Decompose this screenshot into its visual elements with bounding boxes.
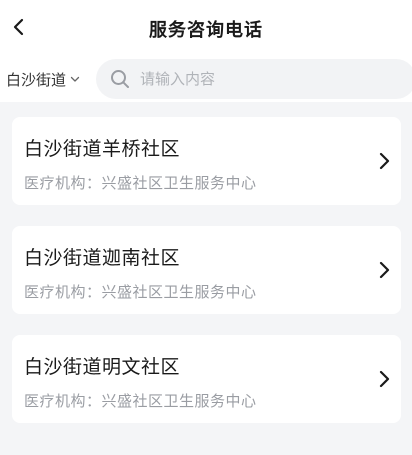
district-label: 白沙街道: [6, 70, 67, 89]
chevron-right-icon: [377, 260, 391, 280]
top-bar: 服务咨询电话: [0, 0, 412, 56]
district-dropdown[interactable]: 白沙街道: [6, 68, 80, 90]
search-box[interactable]: [96, 59, 412, 99]
chevron-down-icon: [70, 74, 80, 84]
medical-org: 医疗机构：兴盛社区卫生服务中心: [24, 283, 257, 301]
community-card[interactable]: 白沙街道迦南社区 医疗机构：兴盛社区卫生服务中心: [12, 226, 401, 314]
medical-org: 医疗机构：兴盛社区卫生服务中心: [24, 392, 257, 410]
community-name: 白沙街道迦南社区: [24, 247, 181, 269]
page-title: 服务咨询电话: [149, 20, 263, 41]
filter-bar: 白沙街道: [0, 56, 412, 102]
community-name: 白沙街道明文社区: [24, 356, 181, 378]
community-card[interactable]: 白沙街道明文社区 医疗机构：兴盛社区卫生服务中心: [12, 335, 401, 423]
search-icon: [110, 69, 130, 89]
community-name: 白沙街道羊桥社区: [24, 138, 181, 160]
chevron-right-icon: [377, 369, 391, 389]
chevron-right-icon: [377, 151, 391, 171]
community-card[interactable]: 白沙街道羊桥社区 医疗机构：兴盛社区卫生服务中心: [12, 117, 401, 205]
medical-org: 医疗机构：兴盛社区卫生服务中心: [24, 174, 257, 192]
search-input[interactable]: [138, 69, 382, 89]
